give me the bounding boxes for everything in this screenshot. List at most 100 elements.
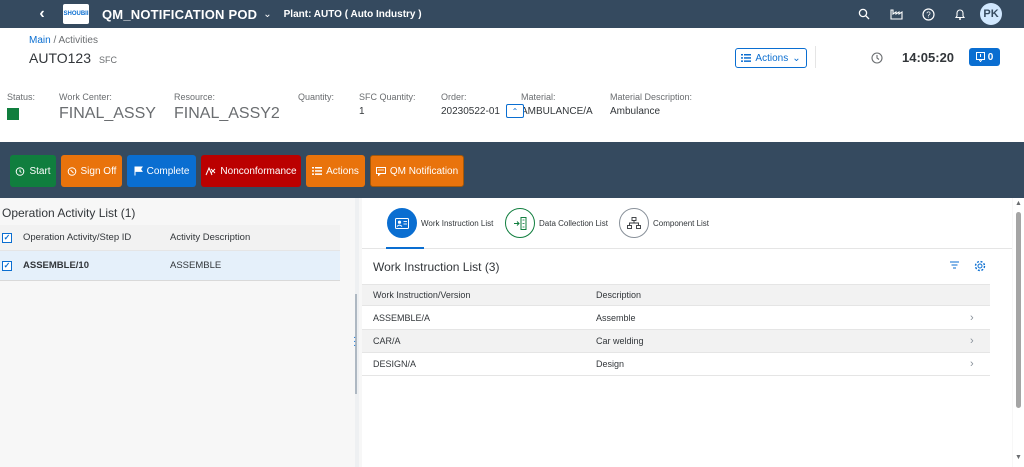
alert-count: 0 bbox=[987, 51, 994, 63]
work-instruction-table-header: Work Instruction/Version Description bbox=[362, 284, 990, 306]
header-actions-button[interactable]: Actions ⌄ bbox=[735, 48, 807, 68]
alerts-button[interactable]: 0 bbox=[969, 48, 1000, 66]
scroll-up-icon[interactable]: ▲ bbox=[1015, 200, 1022, 207]
row-description: Design bbox=[596, 359, 625, 369]
toolbar-actions-button[interactable]: Actions bbox=[306, 155, 365, 187]
factory-icon[interactable] bbox=[880, 0, 912, 28]
grip-dots-icon: · · · bbox=[353, 332, 357, 351]
material-description-label: Material Description: bbox=[610, 92, 693, 102]
svg-text:?: ? bbox=[926, 10, 931, 19]
message-icon bbox=[375, 166, 386, 176]
column-header-description[interactable]: Description bbox=[596, 290, 641, 300]
timer-icon bbox=[16, 167, 25, 176]
tab-component-list-label: Component List bbox=[653, 218, 710, 228]
list-icon bbox=[741, 54, 752, 62]
panel-splitter[interactable]: · · · bbox=[353, 198, 359, 467]
toolbar-actions-label: Actions bbox=[326, 165, 359, 177]
column-header-description[interactable]: Activity Description bbox=[170, 232, 250, 243]
work-center-field: Work Center: FINAL_ASSY bbox=[59, 92, 156, 123]
sfc-value: AUTO123 bbox=[29, 50, 91, 66]
table-row[interactable]: ✓ ASSEMBLE/10 ASSEMBLE bbox=[0, 251, 340, 281]
row-version: ASSEMBLE/A bbox=[373, 313, 431, 323]
divider bbox=[815, 46, 816, 68]
search-icon[interactable] bbox=[848, 0, 880, 28]
select-all-checkbox[interactable]: ✓ bbox=[2, 232, 12, 243]
clock-icon[interactable] bbox=[871, 52, 883, 67]
shell-actions: ? PK bbox=[848, 0, 1002, 28]
alert-icon bbox=[975, 52, 985, 62]
scroll-down-icon[interactable]: ▼ bbox=[1015, 454, 1022, 461]
company-logo[interactable]: SHOUBII bbox=[63, 4, 89, 24]
active-tab-indicator bbox=[386, 247, 424, 249]
tab-bar: Work Instruction List Data Collection Li… bbox=[362, 198, 1012, 249]
breadcrumb-main-link[interactable]: Main bbox=[29, 35, 51, 46]
work-instruction-panel: Work Instruction List Data Collection Li… bbox=[362, 198, 1012, 467]
nonconformance-button[interactable]: Nonconformance bbox=[201, 155, 301, 187]
sfc-tag: SFC bbox=[99, 55, 117, 65]
material-description-field: Material Description: Ambulance bbox=[610, 92, 692, 117]
quantity-field: Quantity: bbox=[298, 92, 334, 102]
row-version: DESIGN/A bbox=[373, 359, 417, 369]
table-row[interactable]: ASSEMBLE/A Assemble › bbox=[362, 307, 990, 330]
chevron-right-icon[interactable]: › bbox=[970, 358, 974, 370]
avatar[interactable]: PK bbox=[980, 3, 1002, 25]
scrollbar-thumb[interactable] bbox=[1016, 212, 1021, 408]
breadcrumb-current: Activities bbox=[58, 35, 98, 46]
nonconformance-label: Nonconformance bbox=[220, 165, 297, 177]
status-field: Status: bbox=[7, 92, 35, 120]
operation-table-header: ✓ Operation Activity/Step ID Activity De… bbox=[0, 225, 340, 251]
resource-label: Resource: bbox=[174, 92, 216, 102]
row-version: CAR/A bbox=[373, 336, 401, 346]
chevron-down-icon[interactable]: ⌄ bbox=[263, 9, 271, 20]
sign-off-button[interactable]: Sign Off bbox=[61, 155, 122, 187]
complete-button[interactable]: Complete bbox=[127, 155, 196, 187]
filter-icon[interactable] bbox=[949, 260, 960, 275]
chevron-right-icon[interactable]: › bbox=[970, 312, 974, 324]
qm-notification-button[interactable]: QM Notification bbox=[370, 155, 464, 187]
tab-component-list[interactable]: Component List bbox=[619, 208, 709, 238]
chevron-down-icon: ⌄ bbox=[792, 52, 801, 64]
row-description: Assemble bbox=[596, 313, 636, 323]
contact-card-icon bbox=[387, 208, 417, 238]
collapse-header-button[interactable]: ⌃ bbox=[506, 104, 524, 118]
start-button[interactable]: Start bbox=[10, 155, 56, 187]
row-description: Car welding bbox=[596, 336, 644, 346]
breadcrumb: Main / Activities bbox=[29, 35, 98, 46]
quantity-label: Quantity: bbox=[298, 92, 335, 102]
plant-label: Plant: AUTO ( Auto Industry ) bbox=[283, 8, 422, 20]
column-header-step[interactable]: Operation Activity/Step ID bbox=[23, 232, 131, 243]
table-row[interactable]: DESIGN/A Design › bbox=[362, 353, 990, 376]
vertical-scrollbar[interactable]: ▲ ▼ bbox=[1013, 198, 1024, 467]
data-collection-icon bbox=[505, 208, 535, 238]
order-field: Order: 20230522-01 bbox=[441, 92, 500, 117]
shell-bar: ‹ SHOUBII QM_NOTIFICATION POD ⌄ Plant: A… bbox=[0, 0, 1024, 28]
column-header-version[interactable]: Work Instruction/Version bbox=[373, 290, 470, 300]
work-center-label: Work Center: bbox=[59, 92, 112, 102]
tab-data-collection[interactable]: Data Collection List bbox=[505, 208, 608, 238]
chevron-up-icon: ⌃ bbox=[511, 106, 519, 116]
operation-list-title: Operation Activity List (1) bbox=[2, 206, 136, 220]
complete-label: Complete bbox=[146, 165, 190, 177]
table-row[interactable]: CAR/A Car welding › bbox=[362, 330, 990, 353]
help-icon[interactable]: ? bbox=[912, 0, 944, 28]
chevron-right-icon[interactable]: › bbox=[970, 335, 974, 347]
work-instruction-list-title: Work Instruction List (3) bbox=[373, 260, 500, 274]
back-icon[interactable]: ‹ bbox=[29, 5, 55, 23]
tab-work-instruction[interactable]: Work Instruction List bbox=[387, 208, 493, 238]
logo-text: SHOUBII bbox=[63, 11, 89, 17]
sfc-quantity-label: SFC Quantity: bbox=[359, 92, 416, 102]
hierarchy-icon bbox=[619, 208, 649, 238]
row-checkbox[interactable]: ✓ bbox=[2, 260, 12, 271]
work-center-value: FINAL_ASSY bbox=[59, 105, 156, 122]
app-title[interactable]: QM_NOTIFICATION POD bbox=[102, 7, 257, 22]
sfc-quantity-field: SFC Quantity: 1 bbox=[359, 92, 416, 117]
operation-activity-panel: Operation Activity List (1) ✓ Operation … bbox=[0, 198, 355, 467]
status-label: Status: bbox=[7, 92, 36, 102]
settings-gear-icon[interactable] bbox=[974, 260, 986, 275]
nonconformance-icon bbox=[205, 166, 216, 176]
page-title: AUTO123 SFC bbox=[29, 50, 117, 66]
tab-work-instruction-label: Work Instruction List bbox=[421, 218, 494, 228]
bell-icon[interactable] bbox=[944, 0, 976, 28]
qm-notification-label: QM Notification bbox=[389, 165, 459, 177]
material-field: Material: AMBULANCE/A bbox=[521, 92, 593, 117]
